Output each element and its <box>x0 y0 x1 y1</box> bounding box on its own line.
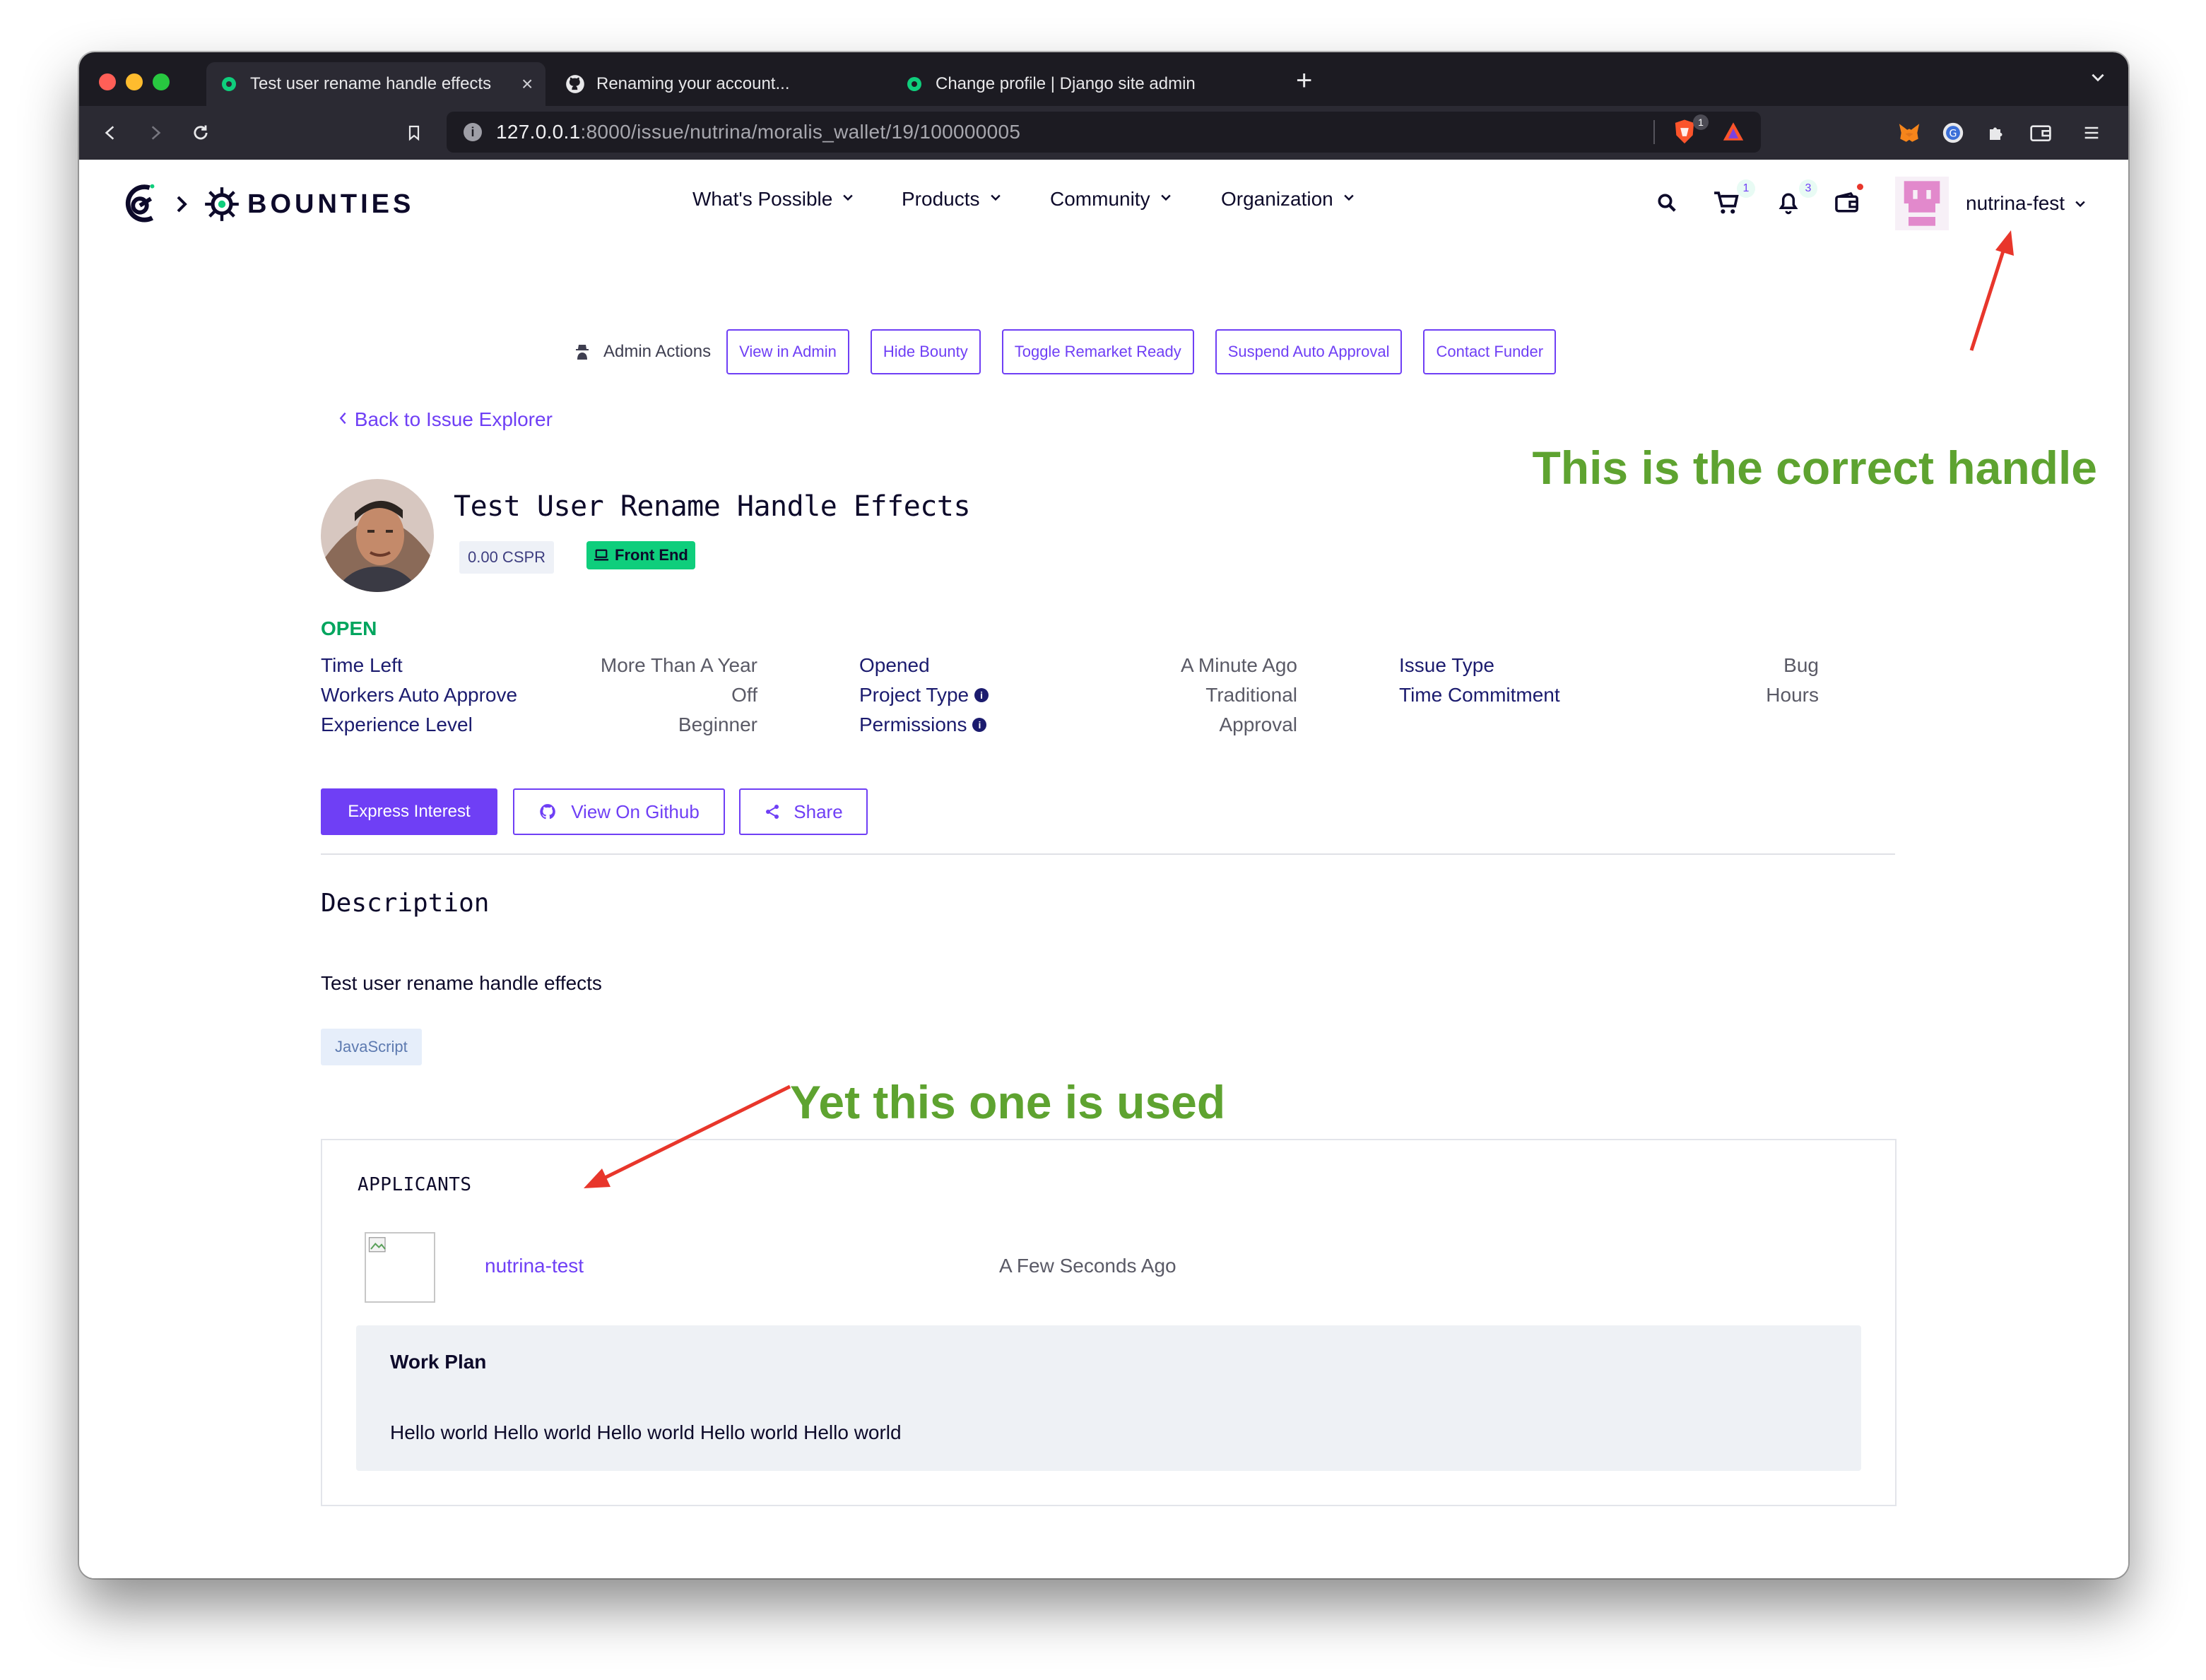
annotation-arrows <box>584 230 2014 1188</box>
arrow-to-header-username <box>1969 230 2014 351</box>
arrow-to-applicant-handle <box>584 1084 791 1188</box>
